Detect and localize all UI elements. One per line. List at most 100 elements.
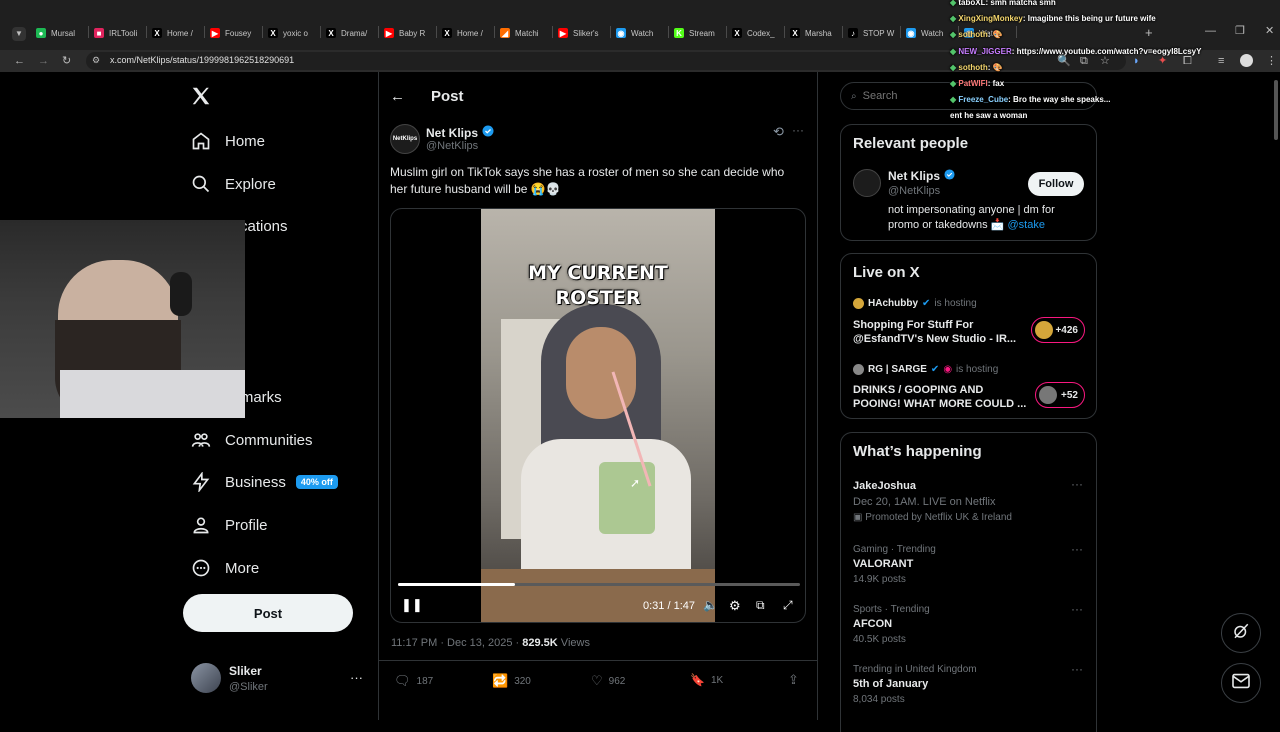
browser-tab[interactable]: ▶ Baby R (384, 24, 432, 42)
live-hosting-2: is hosting (956, 364, 999, 375)
author-handle[interactable]: @NetKlips (426, 140, 478, 152)
post-meta: 11:17 PM · Dec 13, 2025 · 829.5K Views (391, 637, 590, 649)
reload-icon[interactable]: ↻ (62, 56, 71, 67)
nav-communities[interactable]: Communities (190, 425, 313, 455)
live-title-1[interactable]: Shopping For Stuff For @EsfandTV's New S… (853, 318, 1023, 346)
browser-tab[interactable]: ▶ Sliker's (558, 24, 606, 42)
trend-more-icon[interactable]: ··· (1071, 602, 1083, 616)
browser-tab[interactable]: X Codex_ (732, 24, 780, 42)
nav-more[interactable]: More (190, 553, 259, 583)
fullscreen-icon[interactable]: ⤢ (783, 598, 793, 613)
tab-label: Home / (457, 28, 483, 38)
nav-profile[interactable]: Profile (190, 510, 268, 540)
url-text[interactable]: x.com/NetKlips/status/199998196251829069… (110, 55, 294, 65)
chat-username: NEW_JIGGER (958, 46, 1012, 56)
tab-favicon-icon: ▶ (384, 28, 394, 38)
browser-tab[interactable]: ◉ Watch (906, 24, 954, 42)
browser-tab[interactable]: K Stream (674, 24, 722, 42)
trend-item[interactable]: Gaming · Trending VALORANT 14.9K posts (853, 544, 936, 585)
browser-tab[interactable]: ◉ Watch (616, 24, 664, 42)
extension-icon[interactable]: ◗ (1133, 56, 1140, 67)
bookmark-star-icon[interactable]: ☆ (1100, 56, 1110, 67)
side-panel-icon[interactable]: ≡ (1218, 56, 1224, 67)
post-button[interactable]: Post (183, 594, 353, 632)
close-window-icon[interactable]: ✕ (1265, 26, 1274, 37)
x-logo-icon[interactable] (190, 85, 214, 109)
browser-tab[interactable]: X Drama/ (326, 24, 374, 42)
pause-icon[interactable]: ❚❚ (401, 597, 423, 613)
browser-tab[interactable]: Xyoxic o (268, 24, 316, 42)
new-tab-icon[interactable]: + (1145, 26, 1153, 39)
back-arrow-icon[interactable]: ← (390, 88, 405, 105)
nav-communities-label: Communities (225, 431, 313, 449)
browser-tab[interactable]: ◢ Matchi (500, 24, 548, 42)
minimize-icon[interactable]: — (1205, 26, 1216, 37)
browser-tab[interactable]: ▶ Fousey (210, 24, 258, 42)
restore-icon[interactable]: ❐ (1235, 26, 1245, 37)
grok-sparkle-icon[interactable]: ⟲ (773, 124, 784, 140)
post-timestamp[interactable]: 11:17 PM · Dec 13, 2025 · (391, 637, 522, 649)
tab-label: Marsha (805, 28, 832, 38)
browser-tab[interactable]: X Home / (442, 24, 490, 42)
messages-floating-button[interactable] (1221, 663, 1261, 703)
page-scrollbar[interactable] (1274, 80, 1278, 140)
relevant-bio-link[interactable]: @stake (1007, 219, 1044, 231)
headphones-icon (170, 272, 192, 316)
browser-tab[interactable]: X Home / (152, 24, 200, 42)
trend-posts: 8,034 posts (853, 694, 905, 705)
browser-tab[interactable]: X Marsha (790, 24, 838, 42)
tab-label: Sliker's (573, 28, 599, 38)
live-listeners-2[interactable]: +52 (1035, 382, 1085, 408)
zoom-icon[interactable]: 🔍 (1057, 56, 1071, 67)
trend-more-icon[interactable]: ··· (1071, 542, 1083, 556)
share-icon[interactable]: ⇪ (788, 672, 799, 688)
settings-gear-icon[interactable]: ⚙ (729, 598, 741, 614)
browser-tab[interactable]: ■ IRLTooli (94, 24, 142, 42)
site-info-icon[interactable]: ⚙ (92, 56, 100, 65)
grok-floating-button[interactable] (1221, 613, 1261, 653)
profile-avatar-icon[interactable] (1240, 54, 1253, 67)
nav-home[interactable]: Home (190, 126, 265, 156)
relevant-name-row[interactable]: Net Klips (888, 169, 955, 183)
extension-icon-2[interactable]: ✦ (1158, 56, 1167, 67)
video-progress-track[interactable] (398, 583, 800, 586)
author-name-row[interactable]: Net Klips (426, 125, 494, 140)
trend-item[interactable]: Trending in United Kingdom 5th of Januar… (853, 664, 977, 705)
verified-badge-icon (944, 169, 955, 183)
tab-favicon-icon: ♪ (848, 28, 858, 38)
trend-item-promoted[interactable]: JakeJoshua Dec 20, 1AM. LIVE on Netflix … (853, 480, 1012, 523)
back-icon[interactable]: ← (14, 56, 25, 67)
browser-tab[interactable]: ♪ STOP W (848, 24, 896, 42)
nav-home-label: Home (225, 132, 266, 150)
extensions-puzzle-icon[interactable]: ⧠ (1183, 56, 1192, 67)
live-listeners-1[interactable]: +426 (1031, 317, 1085, 343)
nav-explore[interactable]: Explore (190, 169, 276, 199)
follow-button[interactable]: Follow (1028, 172, 1084, 196)
reply-button[interactable]: 🗨 187 (394, 673, 433, 689)
repost-button[interactable]: 🔁 320 (492, 673, 531, 689)
trend-item[interactable]: Sports · Trending AFCON 40.5K posts (853, 604, 930, 645)
picture-in-picture-icon[interactable]: ⧉ (756, 598, 765, 613)
video-progress-fill (398, 583, 515, 586)
tab-search-button[interactable]: ▼ (12, 27, 26, 41)
nav-business[interactable]: Business 40% off (190, 467, 338, 497)
menu-kebab-icon[interactable]: ⋮ (1266, 56, 1277, 67)
listener-avatar (1039, 386, 1057, 404)
bookmark-button[interactable]: 🔖 1K (690, 673, 723, 687)
volume-icon[interactable]: 🔈 (703, 598, 718, 612)
account-menu-icon[interactable]: ··· (350, 670, 363, 685)
forward-icon[interactable]: → (38, 56, 49, 67)
browser-tab[interactable]: ● Mursal (36, 24, 84, 42)
video-player[interactable]: MY CURRENT ROSTER ❚❚ 0:31 / 1:47 🔈 ⚙ ⧉ ⤢ (390, 208, 806, 623)
trend-more-icon[interactable]: ··· (1071, 477, 1083, 491)
trend-more-icon[interactable]: ··· (1071, 662, 1083, 676)
account-avatar[interactable] (191, 663, 221, 693)
promoted-icon: ▣ (853, 512, 866, 523)
relevant-avatar[interactable] (853, 169, 881, 197)
like-button[interactable]: ♡ 962 (591, 673, 625, 689)
post-more-icon[interactable]: ··· (792, 123, 804, 137)
live-title-2[interactable]: DRINKS / GOOPING AND POOING! WHAT MORE C… (853, 383, 1028, 411)
cast-icon[interactable]: ⧉ (1080, 56, 1088, 67)
author-avatar[interactable]: NetKlips (390, 124, 420, 154)
tab-label: Watch (631, 28, 654, 38)
